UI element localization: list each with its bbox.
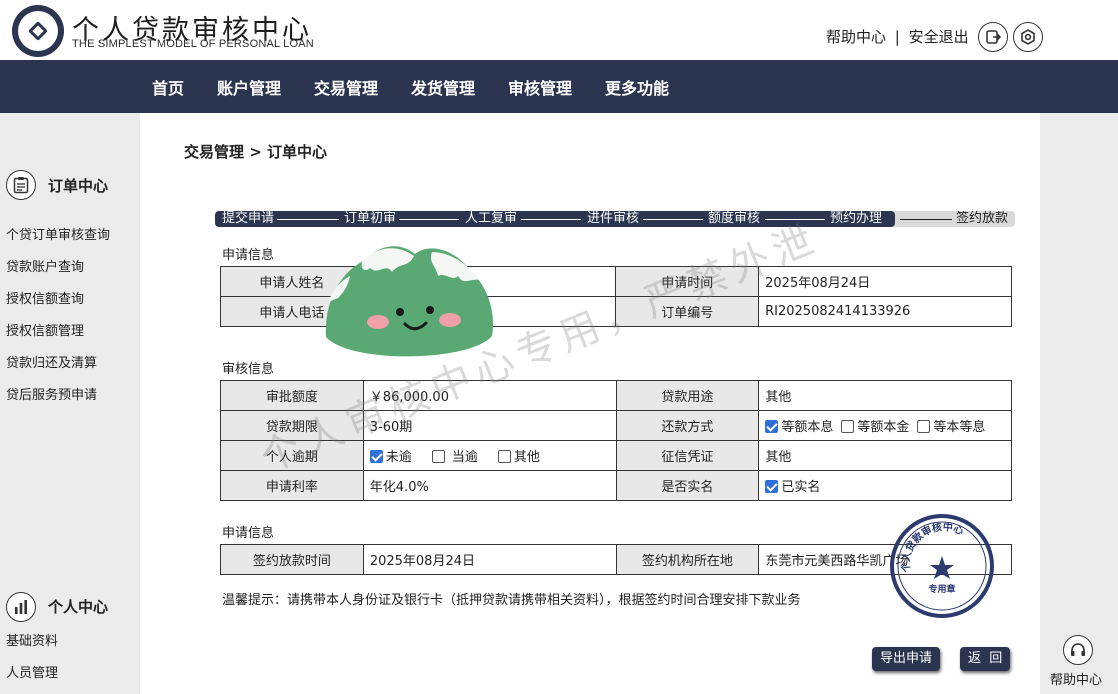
bar-chart-icon [6, 592, 36, 622]
official-seal-icon: 个人贷款审核中心 专用章 [890, 514, 994, 618]
checkbox-checked[interactable] [765, 480, 779, 493]
sidebar-item-order-review[interactable]: 个贷订单审核查询 [6, 224, 110, 243]
sidebar-item-loan-account[interactable]: 贷款账户查询 [6, 256, 84, 275]
header: 个人贷款审核中心 THE SIMPLEST MODEL OF PERSONAL … [0, 0, 1118, 60]
amount-value: ￥86,000.00 [362, 380, 617, 411]
step-submit: 提交申请 [222, 211, 275, 226]
warm-tip: 温馨提示：请携带本人身份证及银行卡（抵押贷款请携带相关资料），根据签约时间合理安… [222, 593, 801, 608]
order-no-value: RI2025082414133926 [758, 296, 1012, 327]
settings-icon[interactable] [1013, 22, 1043, 52]
logo-icon [12, 5, 64, 57]
repay-option-equal-installment[interactable]: 等额本息 [765, 416, 833, 435]
nav-review[interactable]: 审核管理 [508, 75, 572, 99]
header-links: 帮助中心 | 安全退出 [826, 26, 969, 47]
brand-subtitle: THE SIMPLEST MODEL OF PERSONAL LOAN [72, 38, 314, 50]
realname-checkbox[interactable]: 已实名 [765, 476, 820, 495]
order-no-label: 订单编号 [615, 296, 760, 327]
main-nav: 首页 账户管理 交易管理 发货管理 审核管理 更多功能 [0, 60, 1118, 113]
sign-location-label: 签约机构所在地 [615, 544, 760, 575]
overdue-option-other[interactable]: 其他 [497, 446, 540, 465]
realname-label: 是否实名 [615, 470, 760, 501]
back-button[interactable]: 返 回 [960, 647, 1011, 671]
sidebar-item-post-loan[interactable]: 贷后服务预申请 [6, 384, 97, 403]
checkbox-unchecked[interactable] [431, 450, 445, 463]
exit-icon[interactable] [978, 22, 1008, 52]
overdue-option-none[interactable]: 未逾 [369, 446, 412, 465]
checkbox-unchecked[interactable] [917, 420, 931, 433]
nav-more[interactable]: 更多功能 [605, 75, 669, 99]
nav-shipping[interactable]: 发货管理 [411, 75, 475, 99]
step-intake: 进件审核 [587, 211, 640, 226]
review-table: 审批额度 ￥86,000.00 贷款用途 其他 贷款期限 3-60期 还款方式 … [220, 380, 1012, 501]
step-limit: 额度审核 [708, 211, 761, 226]
step-initial: 订单初审 [344, 211, 397, 226]
credit-value: 其他 [758, 440, 1012, 471]
clipboard-icon [6, 170, 36, 200]
separator: | [894, 28, 900, 46]
sidebar-item-staff[interactable]: 人员管理 [6, 662, 58, 681]
amount-label: 审批额度 [220, 380, 364, 411]
purpose-label: 贷款用途 [615, 380, 760, 411]
sidebar-item-repay[interactable]: 贷款归还及清算 [6, 352, 97, 371]
svg-text:专用章: 专用章 [928, 583, 955, 595]
sidebar-item-basic-info[interactable]: 基础资料 [6, 630, 58, 649]
step-manual: 人工复审 [465, 211, 518, 226]
credit-label: 征信凭证 [615, 440, 760, 471]
nav-home[interactable]: 首页 [152, 75, 184, 99]
sign-time-value: 2025年08月24日 [362, 544, 617, 575]
help-link[interactable]: 帮助中心 [826, 26, 886, 47]
logout-link[interactable]: 安全退出 [909, 26, 969, 47]
nav-account[interactable]: 账户管理 [217, 75, 281, 99]
section-title-sign: 申请信息 [222, 526, 275, 541]
headset-icon[interactable] [1063, 635, 1093, 665]
rate-label: 申请利率 [220, 470, 364, 501]
section-title-applicant: 申请信息 [222, 248, 275, 263]
sign-time-label: 签约放款时间 [220, 544, 364, 575]
sidebar-section-orders: 订单中心 [48, 177, 109, 195]
sidebar-section-personal: 个人中心 [48, 598, 109, 616]
repay-options: 等额本息 等额本金 等本等息 [758, 410, 1012, 441]
checkbox-unchecked[interactable] [841, 420, 855, 433]
apply-time-value: 2025年08月24日 [758, 266, 1012, 297]
progress-steps: 提交申请 订单初审 人工复审 进件审核 额度审核 预约办理 签约放款 [215, 211, 1015, 227]
term-label: 贷款期限 [220, 410, 364, 441]
help-center-label[interactable]: 帮助中心 [1050, 669, 1102, 688]
export-button[interactable]: 导出申请 [872, 647, 941, 671]
rate-value: 年化4.0% [362, 470, 617, 501]
section-title-review: 审核信息 [222, 362, 275, 377]
sidebar-item-credit-query[interactable]: 授权信额查询 [6, 288, 84, 307]
overdue-option-current[interactable]: 当逾 [431, 446, 478, 465]
overdue-label: 个人逾期 [220, 440, 364, 471]
sidebar-item-credit-manage[interactable]: 授权信额管理 [6, 320, 84, 339]
purpose-value: 其他 [758, 380, 1012, 411]
realname-option: 已实名 [758, 470, 1012, 501]
breadcrumb: 交易管理 > 订单中心 [184, 143, 328, 161]
checkbox-checked[interactable] [765, 420, 779, 433]
repay-option-equal-interest[interactable]: 等本等息 [917, 416, 985, 435]
nav-transaction[interactable]: 交易管理 [314, 75, 378, 99]
checkbox-checked[interactable] [369, 450, 383, 463]
mountain-sticker-icon [325, 246, 494, 357]
overdue-options: 未逾 当逾 其他 [362, 440, 617, 471]
checkbox-unchecked[interactable] [497, 450, 511, 463]
repay-label: 还款方式 [615, 410, 760, 441]
term-value: 3-60期 [362, 410, 617, 441]
step-sign: 签约放款 [956, 211, 1009, 226]
step-appointment: 预约办理 [830, 211, 883, 226]
repay-option-equal-principal[interactable]: 等额本金 [841, 416, 909, 435]
apply-time-label: 申请时间 [615, 266, 760, 297]
